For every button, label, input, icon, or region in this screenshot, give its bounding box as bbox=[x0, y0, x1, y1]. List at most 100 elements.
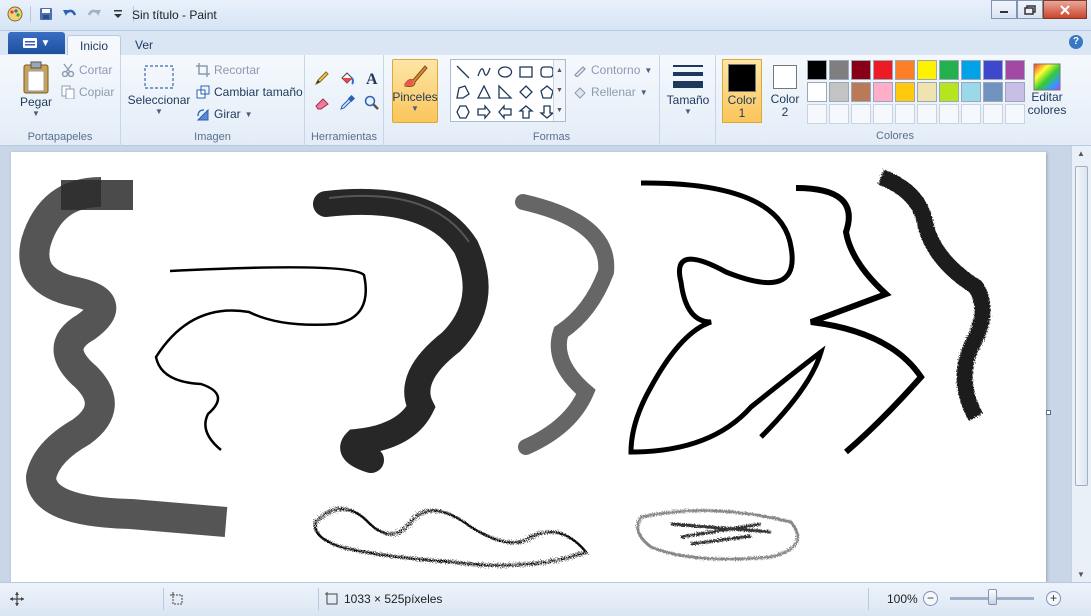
scroll-up-icon[interactable]: ▲ bbox=[556, 67, 563, 74]
custom-color-slot[interactable] bbox=[1005, 104, 1025, 124]
pencil-icon[interactable] bbox=[311, 67, 333, 89]
undo-icon[interactable] bbox=[61, 5, 79, 23]
select-button[interactable]: Seleccionar ▼ bbox=[128, 63, 190, 116]
custom-color-slot[interactable] bbox=[983, 104, 1003, 124]
palette-swatch[interactable] bbox=[895, 60, 915, 80]
brushes-button[interactable]: Pinceles ▼ bbox=[392, 59, 438, 123]
resize-button[interactable]: Cambiar tamaño bbox=[196, 85, 303, 99]
custom-color-slot[interactable] bbox=[939, 104, 959, 124]
custom-color-slot[interactable] bbox=[807, 104, 827, 124]
minimize-icon[interactable] bbox=[991, 0, 1017, 19]
custom-color-slot[interactable] bbox=[851, 104, 871, 124]
palette-swatch[interactable] bbox=[807, 60, 827, 80]
text-icon[interactable]: A bbox=[361, 67, 383, 89]
close-icon[interactable] bbox=[1043, 0, 1087, 19]
brush-stroke-oil bbox=[313, 188, 489, 473]
palette-swatch[interactable] bbox=[983, 60, 1003, 80]
triangle-shape-icon[interactable] bbox=[474, 82, 494, 102]
resize-handle-right[interactable] bbox=[1046, 410, 1051, 415]
palette-swatch[interactable] bbox=[851, 60, 871, 80]
paste-button[interactable]: Pegar ▼ bbox=[16, 61, 56, 118]
scroll-up-icon[interactable]: ▲ bbox=[1077, 149, 1085, 158]
window-title: Sin título - Paint bbox=[132, 8, 217, 22]
custom-color-slot[interactable] bbox=[961, 104, 981, 124]
help-icon[interactable]: ? bbox=[1069, 35, 1083, 49]
fill-shape-icon bbox=[574, 87, 586, 99]
group-label-imagen: Imagen bbox=[194, 131, 231, 143]
palette-swatch[interactable] bbox=[807, 82, 827, 102]
redo-icon[interactable] bbox=[85, 5, 103, 23]
palette-swatch[interactable] bbox=[917, 60, 937, 80]
group-label-herramientas: Herramientas bbox=[310, 131, 378, 143]
group-portapapeles: Pegar ▼ Cortar Copiar Portapapeles bbox=[0, 55, 121, 146]
palette-swatch[interactable] bbox=[939, 60, 959, 80]
tab-inicio[interactable]: Inicio bbox=[67, 35, 122, 55]
up-arrow-shape-icon[interactable] bbox=[516, 102, 536, 122]
fill-shape-button[interactable]: Rellenar ▼ bbox=[573, 85, 648, 99]
crop-icon bbox=[196, 63, 210, 77]
palette-swatch[interactable] bbox=[917, 82, 937, 102]
rotate-icon bbox=[196, 108, 209, 121]
eraser-icon[interactable] bbox=[311, 92, 333, 114]
palette-swatch[interactable] bbox=[873, 60, 893, 80]
magnifier-icon[interactable] bbox=[361, 92, 383, 114]
vertical-scrollbar[interactable]: ▲ ▼ bbox=[1071, 146, 1091, 582]
palette-swatch[interactable] bbox=[829, 82, 849, 102]
polygon-shape-icon[interactable] bbox=[453, 82, 473, 102]
scroll-down-icon[interactable]: ▼ bbox=[556, 87, 563, 94]
color-picker-icon[interactable] bbox=[336, 92, 358, 114]
rectangle-shape-icon[interactable] bbox=[516, 62, 536, 82]
color2-swatch bbox=[773, 65, 797, 89]
zoom-in-icon[interactable]: + bbox=[1046, 591, 1061, 606]
outline-button[interactable]: Contorno ▼ bbox=[573, 63, 652, 77]
edit-colors-button[interactable]: Editar colores bbox=[1027, 63, 1067, 117]
palette-swatch[interactable] bbox=[961, 82, 981, 102]
drawing-canvas[interactable] bbox=[11, 152, 1046, 582]
maximize-icon[interactable] bbox=[1017, 0, 1043, 19]
right-triangle-shape-icon[interactable] bbox=[495, 82, 515, 102]
size-button[interactable]: Tamaño ▼ bbox=[665, 63, 711, 116]
copy-button[interactable]: Copiar bbox=[61, 85, 114, 99]
custom-color-slot[interactable] bbox=[829, 104, 849, 124]
brush-stroke-calligraphy-2 bbox=[795, 185, 925, 455]
cut-label: Cortar bbox=[79, 63, 113, 77]
scroll-thumb[interactable] bbox=[1075, 166, 1088, 486]
palette-swatch[interactable] bbox=[851, 82, 871, 102]
paint-app-icon[interactable] bbox=[6, 5, 24, 23]
shapes-scroll[interactable]: ▲ ▼ ▼ bbox=[553, 60, 565, 121]
scroll-down-icon[interactable]: ▼ bbox=[1077, 570, 1085, 579]
crop-button[interactable]: Recortar bbox=[196, 63, 260, 77]
fill-icon[interactable] bbox=[336, 67, 358, 89]
zoom-out-icon[interactable]: − bbox=[923, 591, 938, 606]
paint-menu-button[interactable]: ▼ bbox=[8, 32, 65, 54]
cut-button[interactable]: Cortar bbox=[61, 63, 112, 77]
color2-selector[interactable]: Color 2 bbox=[765, 59, 805, 123]
left-arrow-shape-icon[interactable] bbox=[495, 102, 515, 122]
expand-gallery-icon[interactable]: ▼ bbox=[556, 107, 563, 114]
tab-ver[interactable]: Ver bbox=[123, 35, 165, 55]
curve-shape-icon[interactable] bbox=[474, 62, 494, 82]
palette-swatch[interactable] bbox=[1005, 82, 1025, 102]
palette-swatch[interactable] bbox=[983, 82, 1003, 102]
palette-swatch[interactable] bbox=[1005, 60, 1025, 80]
zoom-slider-thumb[interactable] bbox=[988, 589, 997, 605]
custom-color-slot[interactable] bbox=[895, 104, 915, 124]
rotate-button[interactable]: Girar ▼ bbox=[196, 107, 253, 121]
palette-swatch[interactable] bbox=[873, 82, 893, 102]
color1-selector[interactable]: Color 1 bbox=[722, 59, 762, 123]
palette-swatch[interactable] bbox=[829, 60, 849, 80]
palette-swatch[interactable] bbox=[895, 82, 915, 102]
save-icon[interactable] bbox=[37, 5, 55, 23]
line-shape-icon[interactable] bbox=[453, 62, 473, 82]
customize-icon[interactable] bbox=[109, 5, 127, 23]
hexagon-shape-icon[interactable] bbox=[453, 102, 473, 122]
diamond-shape-icon[interactable] bbox=[516, 82, 536, 102]
oval-shape-icon[interactable] bbox=[495, 62, 515, 82]
custom-color-slot[interactable] bbox=[873, 104, 893, 124]
palette-swatch[interactable] bbox=[939, 82, 959, 102]
custom-color-slot[interactable] bbox=[917, 104, 937, 124]
palette-swatch[interactable] bbox=[961, 60, 981, 80]
image-size: 1033 × 525píxeles bbox=[325, 592, 442, 606]
group-label-formas: Formas bbox=[532, 131, 571, 143]
right-arrow-shape-icon[interactable] bbox=[474, 102, 494, 122]
